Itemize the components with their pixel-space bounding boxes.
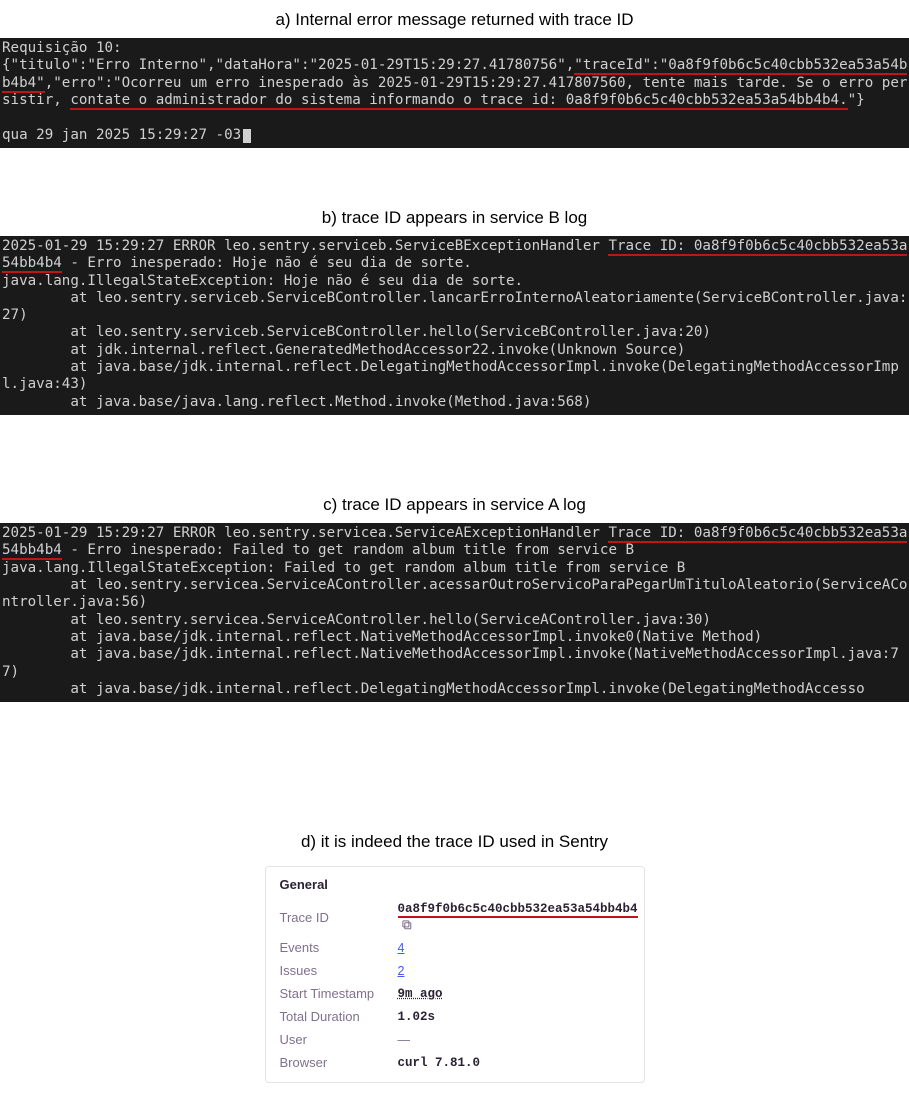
json-contact-trace: contate o administrador do sistema infor… [70,92,847,110]
cursor-icon [243,129,251,143]
sentry-label-events: Events [280,940,398,955]
sentry-value-browser: curl 7.81.0 [398,1056,481,1070]
sentry-row-events: Events 4 [280,936,630,959]
terminal-panel-b: 2025-01-29 15:29:27 ERROR leo.sentry.ser… [0,236,909,415]
sentry-value-issues[interactable]: 2 [398,964,405,978]
sentry-label-start: Start Timestamp [280,986,398,1001]
sentry-value-traceid: 0a8f9f0b6c5c40cbb532ea53a54bb4b4 [398,902,638,932]
sentry-value-user: — [398,1033,411,1047]
stacktrace-b: java.lang.IllegalStateException: Hoje nã… [2,273,907,410]
sentry-row-start: Start Timestamp 9m ago [280,982,630,1005]
sentry-label-browser: Browser [280,1055,398,1070]
stacktrace-c: java.lang.IllegalStateException: Failed … [2,560,907,697]
json-close: "} [848,92,865,108]
sentry-panel: General Trace ID 0a8f9f0b6c5c40cbb532ea5… [265,866,645,1083]
log-head-c: 2025-01-29 15:29:27 ERROR leo.sentry.ser… [2,525,608,541]
sentry-value-start: 9m ago [398,987,443,1001]
sentry-row-issues: Issues 2 [280,959,630,982]
sentry-label-traceid: Trace ID [280,910,398,925]
req-line: Requisição 10: [2,40,122,56]
sentry-row-user: User — [280,1028,630,1051]
log-head-b-post: - Erro inesperado: Hoje não é seu dia de… [62,255,472,271]
caption-d: d) it is indeed the trace ID used in Sen… [0,822,909,860]
sentry-row-traceid: Trace ID 0a8f9f0b6c5c40cbb532ea53a54bb4b… [280,898,630,936]
terminal-panel-a: Requisição 10: {"titulo":"Erro Interno",… [0,38,909,148]
caption-b: b) trace ID appears in service B log [0,198,909,236]
json-open: {"titulo":"Erro Interno","dataHora":"202… [2,57,574,73]
sentry-row-duration: Total Duration 1.02s [280,1005,630,1028]
sentry-value-events[interactable]: 4 [398,941,405,955]
terminal-panel-c: 2025-01-29 15:29:27 ERROR leo.sentry.ser… [0,523,909,702]
sentry-trace-id-text: 0a8f9f0b6c5c40cbb532ea53a54bb4b4 [398,902,638,918]
copy-icon[interactable] [401,919,413,931]
log-head-c-post: - Erro inesperado: Failed to get random … [62,542,634,558]
sentry-row-browser: Browser curl 7.81.0 [280,1051,630,1074]
timestamp-line: qua 29 jan 2025 15:29:27 -03 [2,127,241,143]
sentry-label-user: User [280,1032,398,1047]
sentry-section-title: General [280,877,630,892]
log-head-b: 2025-01-29 15:29:27 ERROR leo.sentry.ser… [2,238,608,254]
sentry-label-issues: Issues [280,963,398,978]
sentry-label-duration: Total Duration [280,1009,398,1024]
caption-a: a) Internal error message returned with … [0,0,909,38]
caption-c: c) trace ID appears in service A log [0,485,909,523]
sentry-value-duration: 1.02s [398,1010,436,1024]
